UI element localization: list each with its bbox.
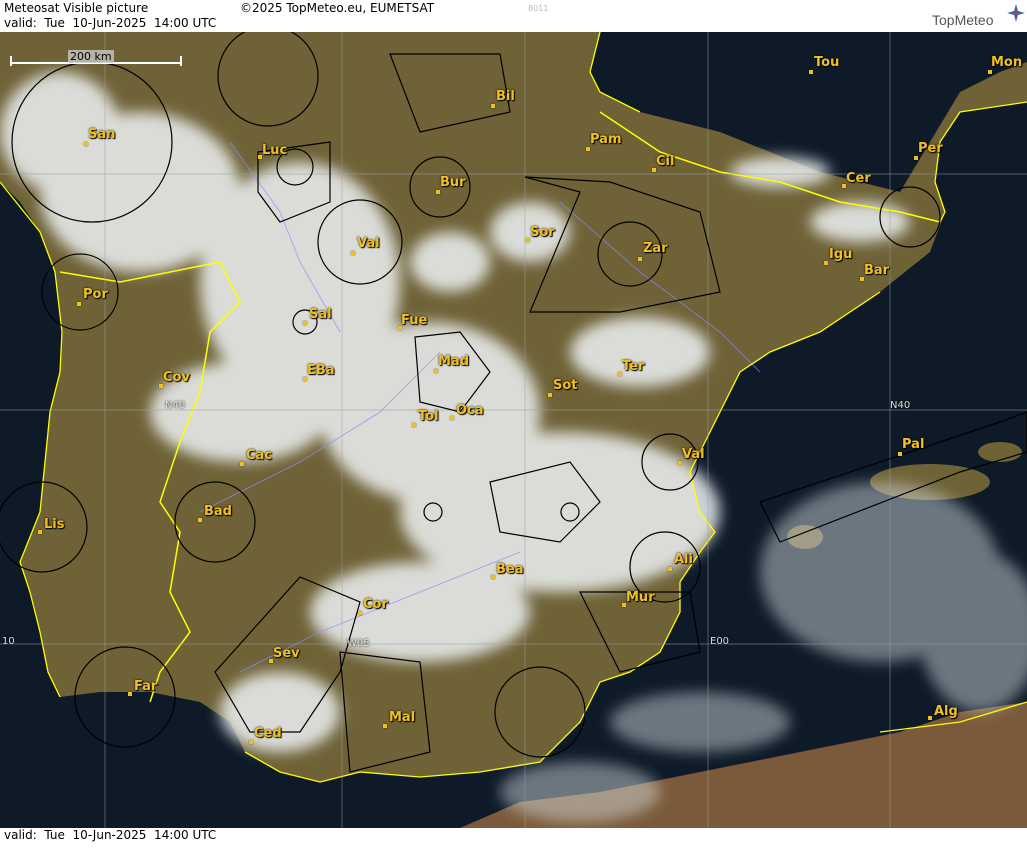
city-label-por[interactable]: Por <box>83 287 108 302</box>
city-label-tou[interactable]: Tou <box>814 55 839 70</box>
city-dot <box>383 724 387 728</box>
city-label-fue[interactable]: Fue <box>401 313 427 328</box>
city-label-far[interactable]: Far <box>134 679 157 694</box>
city-dot <box>548 393 552 397</box>
city-label-ced[interactable]: Ced <box>254 726 282 741</box>
city-dot <box>38 530 42 534</box>
valid-time: valid: Tue 10-Jun-2025 14:00 UTC <box>4 16 217 30</box>
menorca-island <box>978 442 1022 462</box>
footer-bar: valid: Tue 10-Jun-2025 14:00 UTC <box>0 828 1027 843</box>
city-dot <box>928 716 932 720</box>
grid-label-e00: E00 <box>710 636 730 647</box>
grid-label-n40-east: N40 <box>890 400 911 411</box>
city-label-per[interactable]: Per <box>918 141 943 156</box>
city-label-sal[interactable]: Sal <box>309 307 332 322</box>
topmeteo-logo[interactable]: TopMeteo <box>930 2 1025 30</box>
copyright-text: ©2025 TopMeteo.eu, EUMETSAT <box>240 1 435 15</box>
city-label-sev[interactable]: Sev <box>273 646 300 661</box>
city-dot <box>351 251 355 255</box>
scale-bar-label: 200 km <box>68 50 114 63</box>
city-label-bea[interactable]: Bea <box>496 562 524 577</box>
city-dot <box>988 70 992 74</box>
city-dot <box>824 261 828 265</box>
city-label-cer[interactable]: Cer <box>846 171 871 186</box>
city-label-mad[interactable]: Mad <box>438 354 469 369</box>
city-label-bar[interactable]: Bar <box>864 263 889 278</box>
city-dot <box>586 147 590 151</box>
topmeteo-logo-icon: TopMeteo <box>932 4 1025 28</box>
city-dot <box>77 302 81 306</box>
city-label-san[interactable]: San <box>88 127 115 142</box>
city-dot <box>638 257 642 261</box>
city-label-pam[interactable]: Pam <box>590 132 622 147</box>
city-dot <box>240 462 244 466</box>
city-dot <box>303 321 307 325</box>
city-label-zar[interactable]: Zar <box>643 241 668 256</box>
image-code: 8011 <box>528 4 549 13</box>
city-dot <box>84 142 88 146</box>
city-label-tol[interactable]: Tol <box>418 409 439 424</box>
city-label-sor[interactable]: Sor <box>530 225 555 240</box>
city-label-mon[interactable]: Mon <box>991 55 1022 70</box>
city-label-igu[interactable]: Igu <box>829 247 852 262</box>
city-label-val[interactable]: Val <box>357 236 380 251</box>
map-title: Meteosat Visible picture <box>4 1 149 15</box>
city-dot <box>898 452 902 456</box>
city-label-ali[interactable]: Ali <box>674 552 693 567</box>
map-canvas <box>0 32 1027 828</box>
city-label-oca[interactable]: Oca <box>456 403 484 418</box>
city-label-ter[interactable]: Ter <box>622 359 644 374</box>
city-dot <box>358 611 362 615</box>
grid-label-w10: 10 <box>2 636 15 647</box>
city-label-sot[interactable]: Sot <box>553 378 578 393</box>
city-dot <box>434 369 438 373</box>
city-dot <box>491 575 495 579</box>
city-dot <box>128 692 132 696</box>
city-label-pal[interactable]: Pal <box>902 437 924 452</box>
city-dot <box>412 423 416 427</box>
city-label-bil[interactable]: Bil <box>496 89 515 104</box>
city-dot <box>668 567 672 571</box>
city-label-bad[interactable]: Bad <box>204 504 232 519</box>
grid-label-n40-west: N40 <box>165 400 186 411</box>
city-label-lis[interactable]: Lis <box>44 517 64 532</box>
city-dot <box>450 416 454 420</box>
city-label-cor[interactable]: Cor <box>363 597 388 612</box>
footer-valid-time: valid: Tue 10-Jun-2025 14:00 UTC <box>4 828 217 842</box>
city-label-eba[interactable]: EBa <box>307 363 335 378</box>
city-dot <box>436 190 440 194</box>
city-label-val-coast[interactable]: Val <box>682 447 705 462</box>
city-dot <box>249 740 253 744</box>
city-label-mal[interactable]: Mal <box>389 710 415 725</box>
city-dot <box>198 518 202 522</box>
city-dot <box>491 104 495 108</box>
city-label-alg[interactable]: Alg <box>934 704 958 719</box>
city-dot <box>809 70 813 74</box>
city-label-bur[interactable]: Bur <box>440 175 466 190</box>
city-label-cov[interactable]: Cov <box>163 370 190 385</box>
city-dot <box>914 156 918 160</box>
scale-bar: 200 km <box>10 50 182 68</box>
grid-label-w05: W05 <box>347 638 370 649</box>
satellite-map[interactable]: 200 km N40 N40 W05 E00 10 San Luc Bil Pa… <box>0 32 1027 828</box>
city-label-mur[interactable]: Mur <box>626 590 655 605</box>
header-bar: Meteosat Visible picture ©2025 TopMeteo.… <box>0 0 1027 32</box>
city-label-cac[interactable]: Cac <box>246 448 272 463</box>
svg-text:TopMeteo: TopMeteo <box>932 12 994 28</box>
city-label-cil[interactable]: Cil <box>656 154 674 169</box>
city-label-luc[interactable]: Luc <box>262 143 287 158</box>
